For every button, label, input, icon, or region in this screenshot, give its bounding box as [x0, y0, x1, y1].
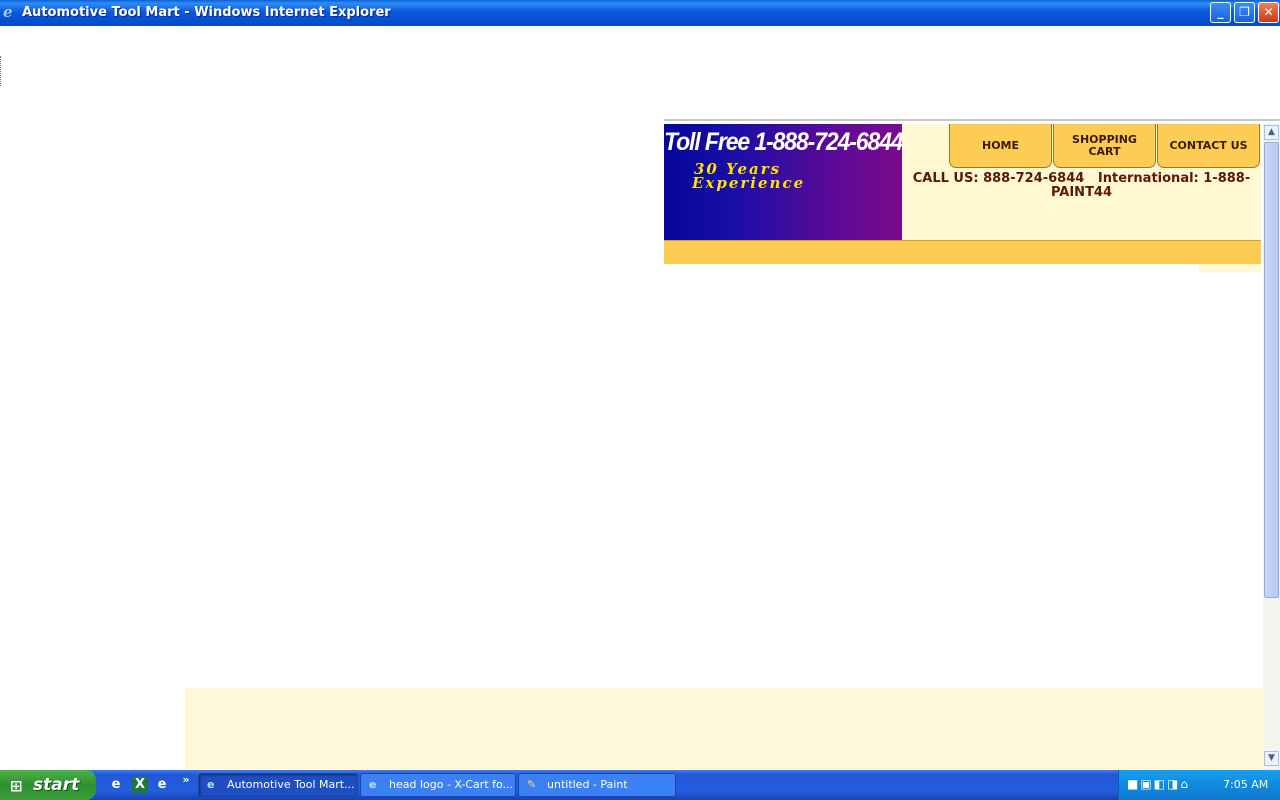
experience-text-line2: Experience — [692, 174, 806, 192]
tray-icons[interactable]: ■▣◧◨⌂ — [1127, 777, 1190, 791]
ie-icon: e — [3, 3, 13, 21]
taskbar-item-paint[interactable]: ✎ untitled - Paint — [518, 773, 676, 797]
ie-alt-quicklaunch-icon[interactable]: e — [154, 777, 170, 793]
window-titlebar[interactable]: e Automotive Tool Mart - Windows Interne… — [0, 0, 1280, 26]
nav-contact-us-tab[interactable]: CONTACT US — [1157, 124, 1260, 168]
nav-home-tab[interactable]: HOME — [949, 124, 1052, 168]
header-nav-area: HOME SHOPPING CART CONTACT US CALL US: 8… — [902, 124, 1261, 240]
excel-quicklaunch-icon[interactable]: X — [132, 777, 148, 793]
scroll-up-button[interactable]: ▲ — [1264, 125, 1279, 140]
close-button[interactable]: ✕ — [1258, 2, 1279, 23]
taskbar-item-head-logo[interactable]: e head logo - X-Cart fo... — [360, 773, 516, 797]
call-us-line2: PAINT44 — [1050, 185, 1113, 200]
restore-button[interactable]: ❐ — [1234, 2, 1255, 23]
page-edge-mark — [0, 56, 2, 86]
header-gold-bar — [664, 240, 1261, 264]
header-corner-block — [1199, 264, 1261, 272]
scroll-thumb[interactable] — [1264, 142, 1279, 598]
windows-flag-icon: ⊞ — [10, 777, 23, 795]
toll-free-number: Toll Free 1-888-724-6844 — [664, 128, 902, 156]
system-tray: ■▣◧◨⌂ 7:05 AM — [1118, 770, 1280, 800]
header-top-divider — [664, 119, 1280, 121]
ie-icon: e — [369, 778, 377, 791]
browser-page: Toll Free 1-888-724-6844 30 Years Experi… — [0, 26, 1280, 770]
header-logo-banner[interactable]: Toll Free 1-888-724-6844 30 Years Experi… — [664, 124, 902, 240]
minimize-button[interactable]: _ — [1210, 2, 1231, 23]
window-title: Automotive Tool Mart - Windows Internet … — [22, 5, 391, 20]
taskbar: ⊞ start e X e » e Automotive Tool Mart..… — [0, 770, 1280, 800]
clock[interactable]: 7:05 AM — [1223, 778, 1268, 791]
ie-quicklaunch-icon[interactable]: e — [108, 777, 124, 793]
nav-contact-label: CONTACT US — [1169, 138, 1248, 152]
scroll-down-button[interactable]: ▼ — [1264, 751, 1279, 766]
ie-icon: e — [207, 778, 215, 791]
start-button[interactable]: ⊞ start — [0, 770, 96, 800]
call-us-line1: CALL US: 888-724-6844 International: 1-8… — [912, 171, 1251, 186]
quicklaunch-overflow-icon[interactable]: » — [178, 772, 194, 788]
nav-home-label: HOME — [981, 138, 1020, 152]
taskbar-item-automotive-tool-mart[interactable]: e Automotive Tool Mart... — [198, 773, 358, 797]
page-footer-area — [185, 688, 1263, 770]
nav-cart-label-line2: CART — [1088, 144, 1121, 158]
task-label: Automotive Tool Mart... — [227, 778, 355, 791]
start-label: start — [33, 775, 80, 795]
nav-cart-label-line1: SHOPPING — [1072, 132, 1137, 146]
paint-icon: ✎ — [527, 778, 537, 791]
task-label: head logo - X-Cart fo... — [389, 778, 514, 791]
task-label: untitled - Paint — [547, 778, 628, 791]
nav-shopping-cart-tab[interactable]: SHOPPING CART — [1053, 124, 1156, 168]
call-us-text: CALL US: 888-724-6844 International: 1-8… — [902, 172, 1261, 200]
vertical-scrollbar[interactable]: ▲ ▼ — [1263, 124, 1280, 770]
